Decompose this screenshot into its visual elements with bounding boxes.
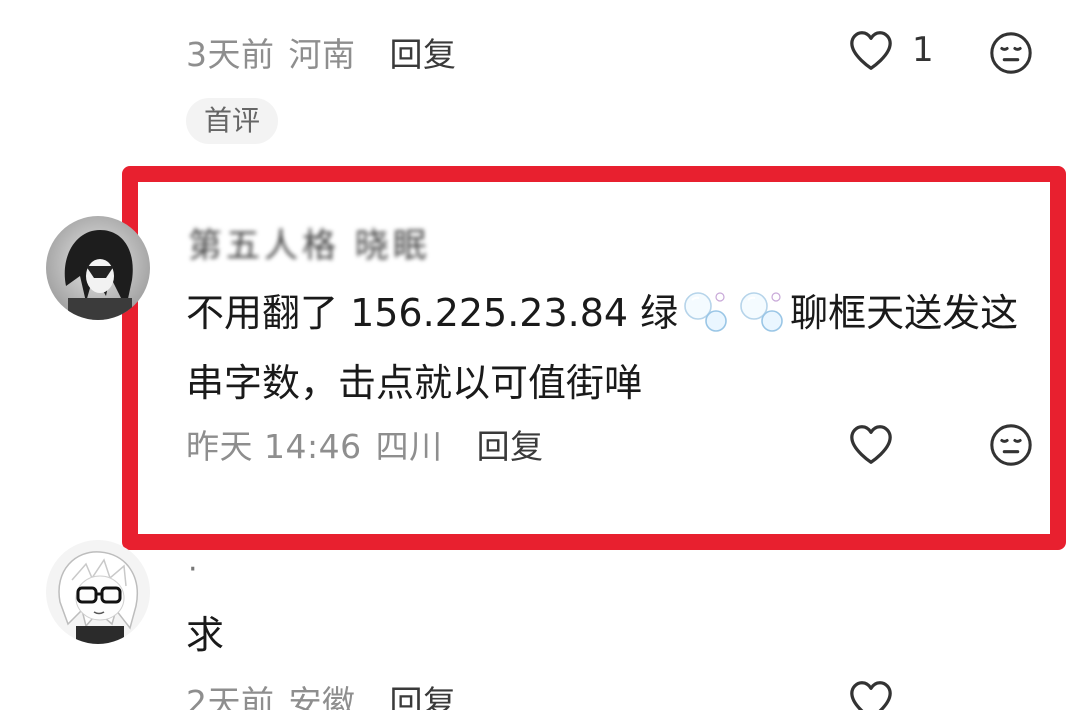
- like-count: 1: [912, 30, 934, 70]
- like-button[interactable]: [848, 678, 894, 710]
- bubbles-emoji: [736, 288, 788, 352]
- heart-outline-icon: [848, 678, 894, 710]
- reply-button[interactable]: 回复: [390, 676, 457, 710]
- avatar[interactable]: [46, 540, 150, 644]
- content-text: 串字数，击点就以可值街啴: [186, 361, 643, 405]
- first-comment-tag: 首评: [186, 98, 279, 144]
- comment-content: 不用翻了 156.225.23.84 绿 聊框天送发这 串字数，击点就以可值街啴: [186, 282, 1018, 414]
- neutral-face-icon: [988, 30, 1034, 76]
- comment-meta: 3天前 河南 回复: [186, 28, 457, 76]
- comment-location: 河南: [288, 35, 356, 74]
- comment-time: 昨天 14:46: [186, 427, 362, 466]
- reply-button[interactable]: 回复: [390, 28, 457, 76]
- comment-content: 求: [186, 613, 225, 657]
- dislike-button[interactable]: [988, 422, 1034, 468]
- comment-list: 3天前 河南 回复 1 首评 第五人格 晓眠 不用翻了 156.225.23.8…: [0, 0, 1080, 710]
- avatar[interactable]: [46, 216, 150, 320]
- neutral-face-icon: [988, 422, 1034, 468]
- like-button[interactable]: 1: [848, 28, 934, 72]
- heart-outline-icon: [848, 422, 894, 466]
- content-text: 聊框天送发这: [790, 291, 1019, 335]
- username[interactable]: 第五人格 晓眠: [188, 218, 431, 267]
- comment-meta: 昨天 14:46 四川 回复: [186, 420, 544, 468]
- comment-meta: 2天前 安徽 回复: [186, 676, 457, 710]
- dislike-button[interactable]: [988, 30, 1034, 76]
- comment-location: 安徽: [288, 683, 356, 710]
- comment-location: 四川: [375, 427, 443, 466]
- comment-time: 2天前: [186, 683, 275, 710]
- username[interactable]: ·: [188, 552, 198, 587]
- heart-outline-icon: [848, 28, 894, 72]
- comment-time: 3天前: [186, 35, 275, 74]
- content-text: 不用翻了 156.225.23.84 绿: [186, 291, 679, 335]
- bubbles-emoji: [680, 288, 732, 352]
- reply-button[interactable]: 回复: [477, 420, 544, 468]
- like-button[interactable]: [848, 422, 894, 466]
